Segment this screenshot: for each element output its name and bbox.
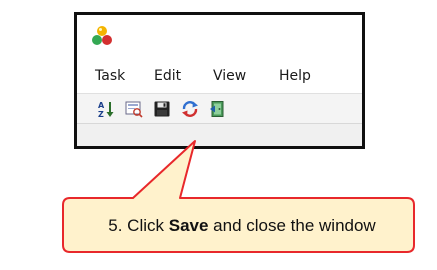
app-window-screenshot: Task Edit View Help A Z	[74, 12, 365, 149]
menu-help[interactable]: Help	[279, 68, 311, 84]
callout-step-suffix: and close the window	[208, 216, 376, 235]
svg-text:Z: Z	[98, 110, 104, 118]
toolbar: A Z	[77, 93, 362, 124]
menu-edit[interactable]: Edit	[154, 68, 181, 84]
svg-text:A: A	[98, 101, 105, 110]
window-body	[77, 123, 362, 146]
exit-icon[interactable]	[209, 100, 227, 118]
refresh-icon[interactable]	[181, 100, 199, 118]
callout-step-prefix: 5. Click	[108, 216, 169, 235]
callout-save-emphasis: Save	[168, 216, 209, 235]
menu-task[interactable]: Task	[95, 68, 125, 84]
save-icon[interactable]	[153, 100, 171, 118]
title-bar	[77, 15, 362, 59]
colored-spheres-icon	[91, 25, 113, 47]
menu-view[interactable]: View	[213, 68, 246, 84]
callout-instruction: 5. Click Save and close the window	[72, 203, 412, 249]
sort-az-icon[interactable]: A Z	[97, 100, 115, 118]
preview-icon[interactable]	[125, 100, 143, 118]
menu-bar: Task Edit View Help	[77, 59, 362, 93]
